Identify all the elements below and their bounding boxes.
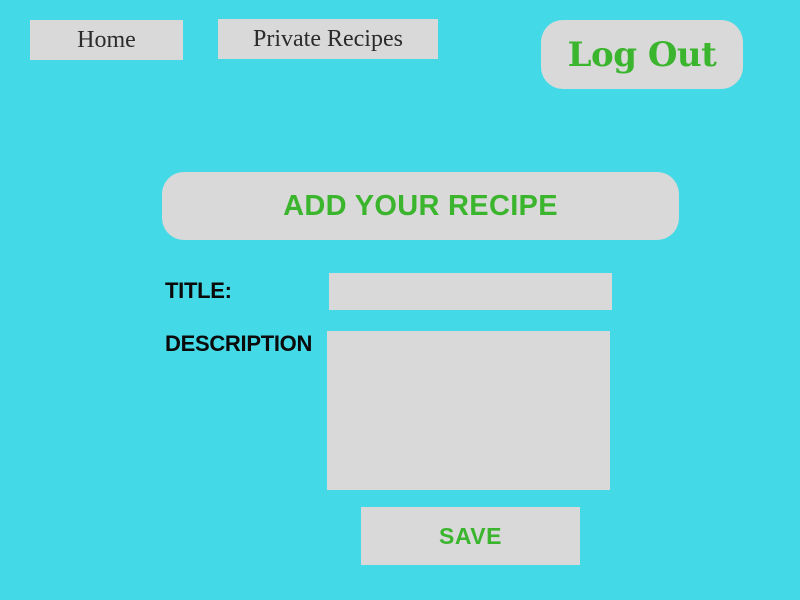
save-button[interactable]: SAVE	[361, 507, 580, 565]
logout-button[interactable]: Log Out	[541, 20, 743, 89]
title-input[interactable]	[329, 273, 612, 310]
home-nav-button[interactable]: Home	[30, 20, 183, 60]
description-textarea[interactable]	[327, 331, 610, 490]
description-label: DESCRIPTION	[165, 331, 313, 356]
title-label: TITLE:	[165, 278, 232, 303]
private-recipes-nav-button[interactable]: Private Recipes	[218, 19, 438, 59]
add-recipe-heading: ADD YOUR RECIPE	[162, 172, 679, 240]
